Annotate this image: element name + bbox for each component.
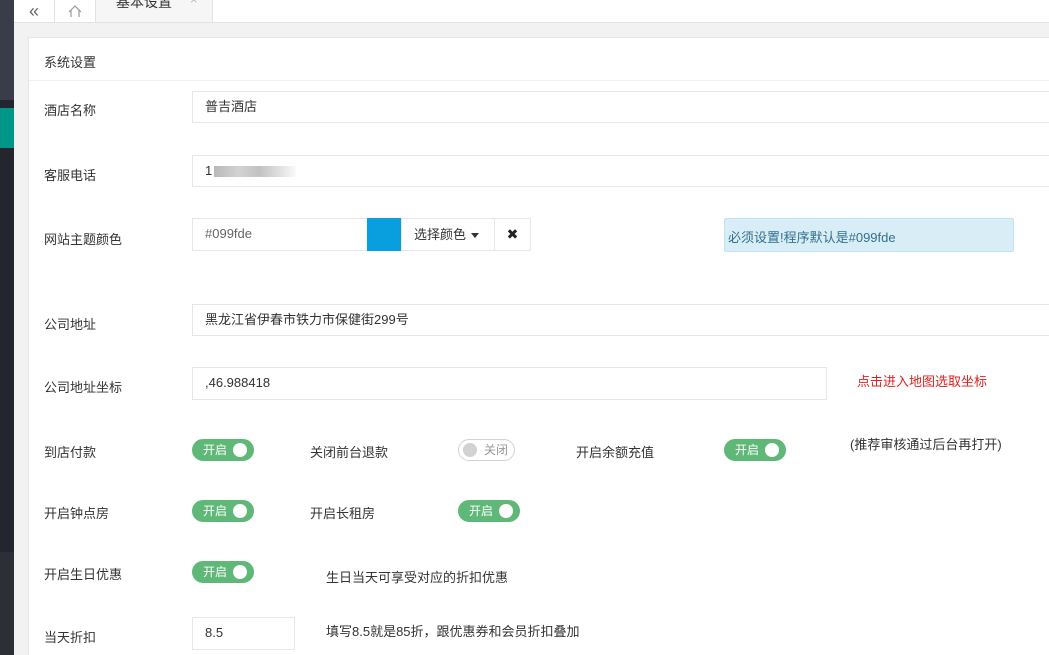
sidebar-active-item[interactable] [0,108,14,148]
theme-color-label: 网站主题颜色 [44,232,123,247]
day-discount-value: 8.5 [205,625,224,640]
map-picker-link[interactable]: 点击进入地图选取坐标 [857,371,987,390]
service-phone-value: 1 [205,163,213,178]
hotel-name-input[interactable]: 普吉酒店 [192,91,1049,123]
hotel-name-value: 普吉酒店 [205,99,258,114]
pay-at-store-switch[interactable]: 开启 [192,439,254,461]
home-icon [68,5,82,17]
address-label: 公司地址 [44,317,97,332]
switch-knob [233,565,247,579]
balance-recharge-label: 开启余额充值 [576,445,655,460]
recharge-note: (推荐审核通过后台再打开) [850,437,1002,452]
switch-state-text: 开启 [203,504,228,518]
switch-state-text: 开启 [203,565,228,579]
disable-front-refund-switch[interactable]: 关闭 [458,439,515,461]
switch-knob [499,504,513,518]
theme-color-notice: 必须设置!程序默认是#099fde [724,218,1014,252]
discount-note: 填写8.5就是85折，跟优惠券和会员折扣叠加 [326,624,580,639]
switch-state-text: 关闭 [484,443,509,457]
birthday-discount-switch[interactable]: 开启 [192,561,254,583]
balance-recharge-switch[interactable]: 开启 [724,439,786,461]
close-icon[interactable]: × [190,0,198,7]
tab-basic-settings[interactable]: 基本设置 × [96,0,213,22]
theme-color-placeholder: #099fde [205,226,252,241]
tab-bar: « 基本设置 × [14,0,1049,23]
switch-state-text: 开启 [203,443,228,457]
switch-state-text: 开启 [735,443,760,457]
switch-knob [765,443,779,457]
redacted-phone-mask [214,166,297,178]
double-chevron-left-icon: « [28,1,39,21]
long-rent-label: 开启长租房 [310,506,376,521]
choose-color-label: 选择颜色 [414,227,467,242]
close-x-icon: ✖ [506,226,519,242]
service-phone-input[interactable]: 1 [192,155,1049,187]
pay-at-store-label: 到店付款 [44,445,97,460]
clear-color-button[interactable]: ✖ [494,218,531,251]
collapse-sidebar-button[interactable]: « [14,0,55,22]
day-discount-input[interactable]: 8.5 [192,617,295,650]
day-discount-label: 当天折扣 [44,630,97,645]
settings-panel: 系统设置 [28,37,1049,655]
hourly-room-switch[interactable]: 开启 [192,500,254,522]
switch-knob [463,443,477,457]
tab-basic-settings-label: 基本设置 [116,0,172,10]
theme-color-input[interactable]: #099fde [192,218,368,251]
coordinates-value: ,46.988418 [205,375,271,390]
birthday-discount-label: 开启生日优惠 [44,567,123,582]
caret-down-icon [471,233,480,239]
birthday-note: 生日当天可享受对应的折扣优惠 [326,570,509,585]
address-value: 黑龙江省伊春市铁力市保健街299号 [205,312,409,327]
home-tab-button[interactable] [55,0,96,22]
coordinates-input[interactable]: ,46.988418 [192,367,827,400]
hourly-room-label: 开启钟点房 [44,506,110,521]
sidebar-top-block [0,0,14,100]
hotel-name-label: 酒店名称 [44,103,97,118]
switch-knob [233,443,247,457]
sidebar-bottom-block [0,552,14,655]
panel-title: 系统设置 [44,55,97,70]
disable-front-refund-label: 关闭前台退款 [310,445,389,460]
sidebar [0,0,14,655]
coordinates-label: 公司地址坐标 [44,380,123,395]
service-phone-label: 客服电话 [44,168,97,183]
address-input[interactable]: 黑龙江省伊春市铁力市保健街299号 [192,304,1049,336]
theme-color-notice-text: 必须设置!程序默认是#099fde [728,230,896,245]
long-rent-switch[interactable]: 开启 [458,500,520,522]
choose-color-button[interactable]: 选择颜色 [401,218,495,251]
panel-header: 系统设置 [29,38,1049,81]
switch-knob [233,504,247,518]
color-swatch[interactable] [367,218,401,251]
switch-state-text: 开启 [469,504,494,518]
